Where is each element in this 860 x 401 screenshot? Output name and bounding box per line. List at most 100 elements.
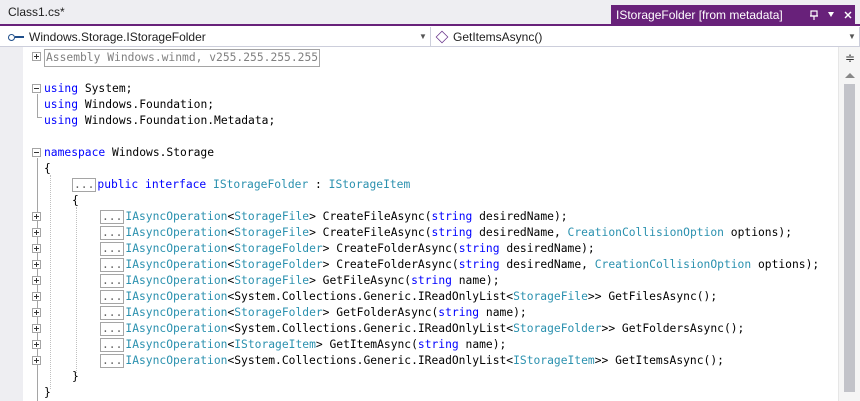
member-token: name); — [451, 274, 500, 287]
float-icon[interactable] — [824, 8, 838, 22]
collapsed-attributes-marker[interactable]: ... — [100, 306, 125, 320]
member-token: StorageFile — [234, 210, 310, 223]
collapsed-attributes-marker[interactable]: ... — [100, 354, 125, 368]
using-namespace: System; — [84, 82, 133, 95]
interface-open-brace: { — [72, 194, 79, 207]
splitter-icon[interactable]: ≑ — [843, 50, 857, 66]
interface-separator: : — [308, 178, 329, 191]
member-token: IAsyncOperation — [125, 226, 228, 239]
code-line-using: using Windows.Foundation.Metadata; — [0, 113, 838, 129]
member-token: desiredName); — [499, 242, 595, 255]
close-icon[interactable] — [841, 8, 855, 22]
code-line-member: ... IAsyncOperation<System.Collections.Ge… — [0, 321, 838, 337]
collapsed-attributes-marker[interactable]: ... — [100, 322, 125, 336]
code-line-member: ... IAsyncOperation<IStorageItem> GetItem… — [0, 337, 838, 353]
collapsed-attributes-marker[interactable]: ... — [100, 290, 125, 304]
navigation-bar: Windows.Storage.IStorageFolder ▼ GetItem… — [0, 26, 860, 47]
member-token: CreationCollisionOption — [594, 258, 752, 271]
using-keyword: using — [44, 114, 79, 127]
member-token: string — [458, 258, 500, 271]
member-token: >> GetFoldersAsync(); — [601, 322, 745, 335]
collapsed-attributes-marker[interactable]: ... — [100, 242, 125, 256]
member-token: string — [431, 210, 473, 223]
namespace-open-brace: { — [44, 162, 51, 175]
member-token: IStorageItem — [234, 338, 316, 351]
tab-strip: Class1.cs* IStorageFolder [from metadata… — [0, 0, 860, 26]
member-token: StorageFile — [234, 274, 310, 287]
scroll-up-arrow-icon[interactable] — [845, 73, 855, 78]
vertical-scrollbar[interactable]: ≑ — [838, 47, 860, 401]
collapsed-attributes-marker[interactable]: ... — [100, 210, 125, 224]
member-token: name); — [458, 338, 507, 351]
member-token: IAsyncOperation — [125, 306, 228, 319]
member-token: IAsyncOperation — [125, 258, 228, 271]
tab-metadata-istoragefolder[interactable]: IStorageFolder [from metadata] — [611, 5, 855, 24]
namespace-close-brace: } — [44, 386, 51, 399]
collapsed-attributes-marker[interactable]: ... — [100, 274, 125, 288]
member-token: StorageFolder — [234, 242, 323, 255]
tab-class1-cs[interactable]: Class1.cs* — [0, 0, 75, 24]
member-token: string — [417, 338, 459, 351]
code-line-brace: } — [0, 385, 838, 401]
method-icon — [435, 30, 449, 43]
pin-icon[interactable] — [807, 8, 821, 22]
interface-name: IStorageFolder — [213, 178, 309, 191]
member-token: desiredName, — [472, 226, 568, 239]
member-token: desiredName); — [472, 210, 568, 223]
member-token: options); — [751, 258, 820, 271]
member-token: string — [431, 226, 473, 239]
member-token: StorageFolder — [234, 306, 323, 319]
code-line-assembly: Assembly Windows.winmd, v255.255.255.255 — [0, 49, 838, 67]
member-dropdown-value: GetItemsAsync() — [453, 29, 543, 44]
tab-label: Class1.cs* — [8, 5, 65, 19]
base-interface: IStorageItem — [328, 178, 411, 191]
code-line-member: ... IAsyncOperation<StorageFile> GetFileA… — [0, 273, 838, 289]
collapsed-attributes-marker[interactable]: ... — [72, 178, 97, 192]
member-token: StorageFolder — [234, 258, 323, 271]
code-line-interface: ... public interface IStorageFolder : ISt… — [0, 177, 838, 193]
assembly-region[interactable]: Assembly Windows.winmd, v255.255.255.255 — [44, 49, 321, 67]
member-token: >> GetFilesAsync(); — [587, 290, 718, 303]
member-token: IAsyncOperation — [125, 242, 228, 255]
namespace-keyword: namespace — [44, 146, 106, 159]
code-line-member: ... IAsyncOperation<System.Collections.Ge… — [0, 289, 838, 305]
chevron-down-icon: ▼ — [419, 32, 427, 41]
member-token: IAsyncOperation — [125, 354, 228, 367]
member-token: <System.Collections.Generic.IReadOnlyLis… — [227, 354, 514, 367]
using-namespace: Windows.Foundation.Metadata; — [84, 114, 276, 127]
tab-label: IStorageFolder [from metadata] — [616, 7, 783, 22]
code-line-namespace: namespace Windows.Storage — [0, 145, 838, 161]
code-line-using: using Windows.Foundation; — [0, 97, 838, 113]
code-line-member: ... IAsyncOperation<StorageFolder> Create… — [0, 257, 838, 273]
using-namespace: Windows.Foundation; — [84, 98, 215, 111]
using-keyword: using — [44, 98, 79, 111]
member-token: > CreateFileAsync( — [309, 210, 432, 223]
type-dropdown[interactable]: Windows.Storage.IStorageFolder ▼ — [0, 27, 431, 46]
member-token: >> GetItemsAsync(); — [594, 354, 724, 367]
member-token: options); — [723, 226, 792, 239]
member-token: IAsyncOperation — [125, 210, 228, 223]
using-keyword: using — [44, 82, 79, 95]
code-line-brace: { — [0, 161, 838, 177]
code-editor[interactable]: Assembly Windows.winmd, v255.255.255.255… — [0, 47, 838, 401]
code-line-member: ... IAsyncOperation<StorageFile> CreateFi… — [0, 209, 838, 225]
scrollbar-thumb[interactable] — [844, 84, 855, 392]
chevron-down-icon: ▼ — [848, 32, 856, 41]
collapsed-attributes-marker[interactable]: ... — [100, 226, 125, 240]
member-token: StorageFile — [234, 226, 310, 239]
code-line-brace: } — [0, 369, 838, 385]
collapsed-attributes-marker[interactable]: ... — [100, 338, 125, 352]
member-token: StorageFile — [513, 290, 588, 303]
member-token: CreationCollisionOption — [567, 226, 724, 239]
collapsed-attributes-marker[interactable]: ... — [100, 258, 125, 272]
code-line-member: ... IAsyncOperation<StorageFolder> Create… — [0, 241, 838, 257]
interface-modifiers: public interface — [97, 178, 214, 191]
code-line-using: using System; — [0, 81, 838, 97]
member-token: desiredName, — [499, 258, 595, 271]
code-line-member: ... IAsyncOperation<System.Collections.Ge… — [0, 353, 838, 369]
member-token: > GetFolderAsync( — [322, 306, 439, 319]
member-token: <System.Collections.Generic.IReadOnlyLis… — [227, 322, 514, 335]
member-token: > GetItemAsync( — [315, 338, 418, 351]
member-dropdown[interactable]: GetItemsAsync() ▼ — [431, 27, 860, 46]
member-token: IStorageItem — [513, 354, 595, 367]
